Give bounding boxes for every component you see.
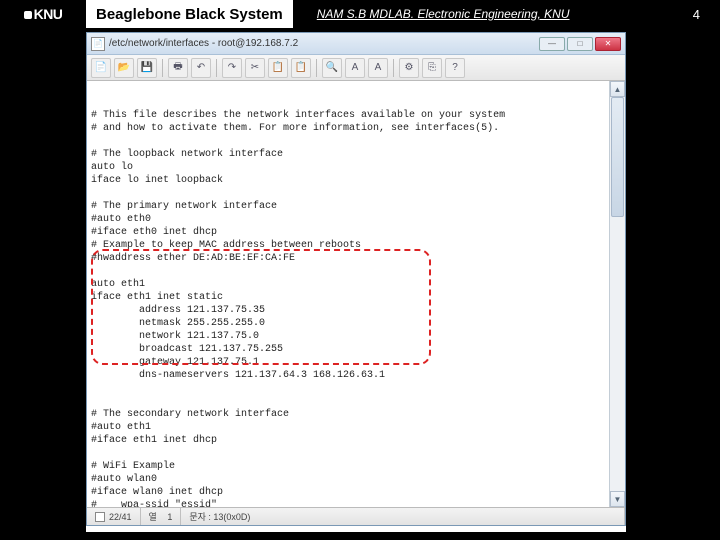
code-line: auto eth1 <box>91 278 605 291</box>
code-line: gateway 121.137.75.1 <box>91 356 605 369</box>
code-line <box>91 265 605 278</box>
app-icon: 📄 <box>91 37 105 51</box>
code-line: #auto eth0 <box>91 213 605 226</box>
code-line: # wpa-ssid "essid" <box>91 499 605 507</box>
code-line: address 121.137.75.35 <box>91 304 605 317</box>
scroll-up-button[interactable]: ▲ <box>610 81 625 97</box>
code-line: # This file describes the network interf… <box>91 109 605 122</box>
code-line: # The primary network interface <box>91 200 605 213</box>
code-line: # The secondary network interface <box>91 408 605 421</box>
editor-wrap: # This file describes the network interf… <box>87 81 625 507</box>
code-line: netmask 255.255.255.0 <box>91 317 605 330</box>
toolbar-button-8[interactable]: 📋 <box>291 58 311 78</box>
slide-header: KNU Beaglebone Black System NAM S.B MDLA… <box>0 0 720 28</box>
titlebar[interactable]: 📄 /etc/network/interfaces - root@192.168… <box>87 33 625 55</box>
lab-text: NAM S.B MDLAB. Electronic Engineering, K… <box>317 7 570 21</box>
toolbar: 📄📂💾🖶↶↷✂📋📋🔍AA⚙⎘? <box>87 55 625 81</box>
toolbar-button-10[interactable]: A <box>345 58 365 78</box>
close-button[interactable]: ✕ <box>595 37 621 51</box>
code-line: #auto eth1 <box>91 421 605 434</box>
code-line <box>91 135 605 148</box>
code-line: network 121.137.75.0 <box>91 330 605 343</box>
toolbar-separator <box>216 59 217 77</box>
toolbar-button-7[interactable]: 📋 <box>268 58 288 78</box>
code-line: iface eth1 inet static <box>91 291 605 304</box>
toolbar-button-14[interactable]: ? <box>445 58 465 78</box>
toolbar-button-13[interactable]: ⎘ <box>422 58 442 78</box>
toolbar-button-0[interactable]: 📄 <box>91 58 111 78</box>
vertical-scrollbar[interactable]: ▲ ▼ <box>609 81 625 507</box>
toolbar-button-2[interactable]: 💾 <box>137 58 157 78</box>
code-line <box>91 395 605 408</box>
code-line: # WiFi Example <box>91 460 605 473</box>
minimize-button[interactable]: — <box>539 37 565 51</box>
code-line: #iface eth1 inet dhcp <box>91 434 605 447</box>
code-line: # and how to activate them. For more inf… <box>91 122 605 135</box>
status-position: 22/41 <box>87 508 141 525</box>
code-line: #hwaddress ether DE:AD:BE:EF:CA:FE <box>91 252 605 265</box>
code-line: dns-nameservers 121.137.64.3 168.126.63.… <box>91 369 605 382</box>
code-line: auto lo <box>91 161 605 174</box>
toolbar-button-4[interactable]: ↶ <box>191 58 211 78</box>
code-line: #iface eth0 inet dhcp <box>91 226 605 239</box>
toolbar-button-9[interactable]: 🔍 <box>322 58 342 78</box>
status-column: 열 1 <box>141 508 182 525</box>
slide-title: Beaglebone Black System <box>86 0 293 28</box>
toolbar-button-6[interactable]: ✂ <box>245 58 265 78</box>
code-line <box>91 447 605 460</box>
code-line: iface lo inet loopback <box>91 174 605 187</box>
maximize-button[interactable]: □ <box>567 37 593 51</box>
toolbar-button-1[interactable]: 📂 <box>114 58 134 78</box>
logo-area: KNU <box>0 0 86 28</box>
scroll-thumb[interactable] <box>611 97 624 217</box>
window-title: /etc/network/interfaces - root@192.168.7… <box>109 38 539 49</box>
scroll-down-button[interactable]: ▼ <box>610 491 625 507</box>
toolbar-separator <box>316 59 317 77</box>
toolbar-button-3[interactable]: 🖶 <box>168 58 188 78</box>
code-line: # The loopback network interface <box>91 148 605 161</box>
window-buttons: — □ ✕ <box>539 37 621 51</box>
code-line: # Example to keep MAC address between re… <box>91 239 605 252</box>
toolbar-button-5[interactable]: ↷ <box>222 58 242 78</box>
code-line: #auto wlan0 <box>91 473 605 486</box>
header-right: NAM S.B MDLAB. Electronic Engineering, K… <box>293 7 720 22</box>
status-char: 문자 : 13(0x0D) <box>181 508 625 525</box>
knu-logo: KNU <box>24 6 63 22</box>
code-line <box>91 187 605 200</box>
toolbar-separator <box>393 59 394 77</box>
toolbar-button-12[interactable]: ⚙ <box>399 58 419 78</box>
doc-icon <box>95 512 105 522</box>
statusbar: 22/41 열 1 문자 : 13(0x0D) <box>87 507 625 525</box>
page-number: 4 <box>693 7 700 22</box>
code-line: broadcast 121.137.75.255 <box>91 343 605 356</box>
toolbar-button-11[interactable]: A <box>368 58 388 78</box>
editor-window: 📄 /etc/network/interfaces - root@192.168… <box>86 32 626 526</box>
code-line: #iface wlan0 inet dhcp <box>91 486 605 499</box>
toolbar-separator <box>162 59 163 77</box>
screenshot-area: 📄 /etc/network/interfaces - root@192.168… <box>86 32 626 532</box>
code-line <box>91 382 605 395</box>
text-editor[interactable]: # This file describes the network interf… <box>87 81 609 507</box>
